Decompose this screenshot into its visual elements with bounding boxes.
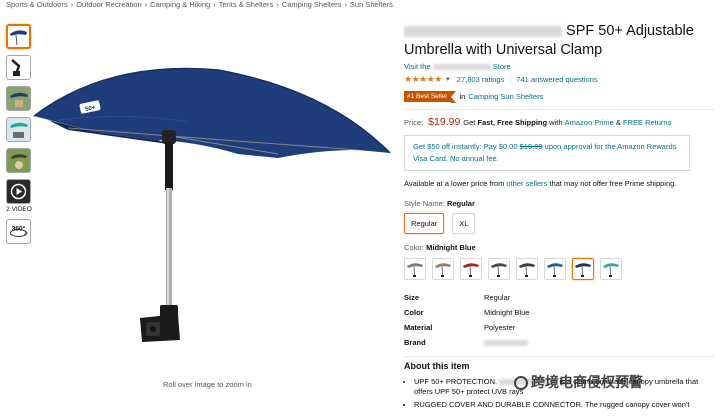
spin-label: 360° — [12, 225, 26, 233]
product-title: SPF 50+ Adjustable Umbrella with Univers… — [404, 23, 694, 58]
divider — [404, 109, 714, 110]
star-rating-icon[interactable]: ★★★★★ — [404, 74, 442, 85]
prime-link[interactable]: Amazon Prime — [565, 118, 614, 127]
breadcrumb-item[interactable]: Sun Shelters — [350, 0, 393, 9]
spec-row: Material Polyester — [404, 322, 516, 332]
umbrella-icon — [603, 262, 619, 277]
umbrella-icon — [519, 262, 535, 277]
thumbnail-umbrella[interactable] — [6, 24, 31, 49]
umbrella-canopy — [34, 68, 390, 158]
umbrella-icon — [547, 262, 563, 277]
style-option-regular[interactable]: Regular — [404, 212, 445, 234]
about-title: About this item — [404, 360, 470, 371]
divider: | — [509, 75, 512, 84]
umbrella-icon — [463, 262, 479, 277]
redacted-store — [432, 64, 491, 71]
rating-row: ★★★★★ ▼ 27,803 ratings | 741 answered qu… — [404, 74, 714, 85]
redacted-brand — [404, 25, 562, 37]
style-option-xl[interactable]: XL — [452, 212, 476, 234]
breadcrumb-item[interactable]: Camping & Hiking — [150, 0, 210, 9]
price-value: $19.99 — [428, 116, 461, 128]
color-swatch[interactable] — [544, 257, 566, 280]
umbrella-icon — [575, 262, 591, 277]
spec-row: Size Regular — [404, 292, 511, 302]
umbrella-icon — [435, 262, 451, 277]
main-product-image[interactable]: 50+ — [28, 50, 398, 350]
color-swatch[interactable] — [404, 257, 426, 280]
ratings-count-link[interactable]: 27,803 ratings — [457, 75, 505, 84]
color-swatch[interactable] — [432, 257, 454, 280]
best-seller-row: #1 Best Seller in Camping Sun Shelters — [404, 91, 714, 103]
watermark: 跨境电商侵权预警 — [514, 372, 643, 392]
product-details: SPF 50+ Adjustable Umbrella with Univers… — [404, 22, 714, 412]
rewards-card-promo[interactable]: Get $50 off instantly: Pay $0.00 $19.99 … — [404, 135, 690, 171]
breadcrumb-item[interactable]: Sports & Outdoors — [6, 0, 68, 9]
best-seller-badge: #1 Best Seller — [404, 91, 457, 103]
breadcrumb-item[interactable]: Camping Shelters — [282, 0, 342, 9]
availability-note: Available at a lower price from other se… — [404, 179, 677, 188]
breadcrumb-item[interactable]: Tents & Shelters — [219, 0, 274, 9]
spec-row: Color Midnight Blue — [404, 307, 530, 317]
spec-table: Size Regular Color Midnight Blue Material P… — [404, 290, 714, 350]
color-swatch[interactable] — [516, 257, 538, 280]
best-seller-category-link[interactable]: Camping Sun Shelters — [468, 92, 543, 101]
redacted-brand — [484, 339, 528, 346]
chevron-down-icon[interactable]: ▼ — [445, 77, 451, 83]
list-item: RUGGED COVER AND DURABLE CONNECTOR. The … — [414, 400, 714, 411]
answered-questions-link[interactable]: 741 answered questions — [516, 75, 597, 84]
style-options: Regular XL — [404, 212, 714, 234]
umbrella-icon — [491, 262, 507, 277]
breadcrumb: Sports & Outdoors › Outdoor Recreation › Cam… — [6, 0, 393, 9]
color-swatch[interactable] — [460, 257, 482, 280]
umbrella-icon — [407, 262, 423, 277]
color-swatch[interactable] — [572, 257, 594, 280]
breadcrumb-item[interactable]: Outdoor Recreation — [76, 0, 141, 9]
free-returns-link[interactable]: FREE Returns — [623, 118, 671, 127]
spec-row: Brand — [404, 335, 714, 350]
store-link[interactable]: Visit the Store — [404, 62, 714, 71]
color-swatches — [404, 257, 714, 280]
style-label: Style Name: Regular — [404, 198, 475, 208]
color-swatch[interactable] — [488, 257, 510, 280]
divider — [404, 355, 714, 357]
color-swatch[interactable] — [600, 257, 622, 280]
color-label: Color: Midnight Blue — [404, 242, 476, 252]
other-sellers-link[interactable]: other sellers — [506, 179, 547, 188]
price-row: Price: $19.99 Get Fast, Free Shipping wi… — [404, 116, 672, 128]
watermark-logo-icon — [514, 376, 528, 391]
zoom-hint: Roll over image to zoom in — [163, 380, 252, 389]
